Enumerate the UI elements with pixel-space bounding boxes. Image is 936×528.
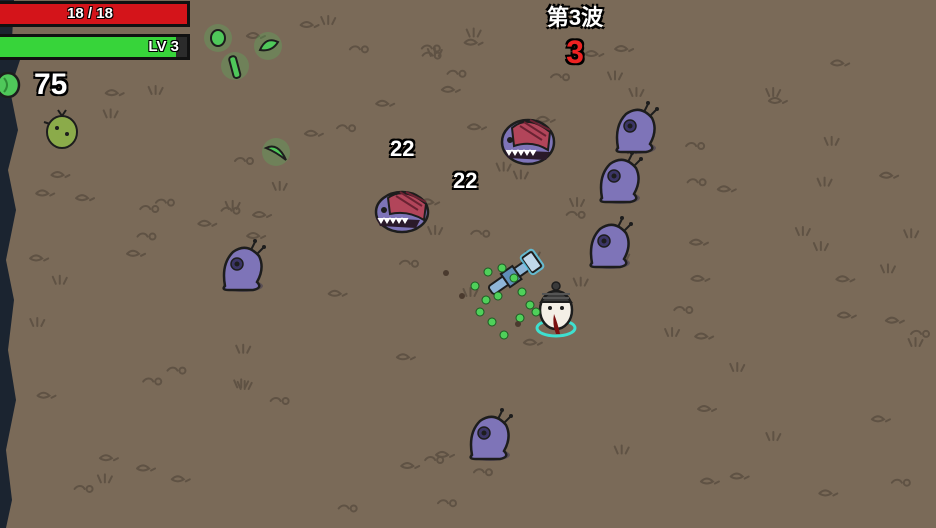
- material-icon: [210, 29, 226, 47]
- debris: [443, 270, 449, 276]
- game-arena: [0, 0, 936, 528]
- particle: [497, 263, 507, 273]
- arena-ground: [0, 0, 936, 528]
- particle: [483, 267, 493, 277]
- particle: [515, 313, 525, 323]
- level-text: LV 3: [148, 38, 179, 55]
- particle: [481, 295, 491, 305]
- particle: [487, 317, 497, 327]
- health-text: 18 / 18: [67, 5, 113, 22]
- particle: [499, 330, 509, 340]
- particle: [525, 300, 535, 310]
- particle: [531, 307, 541, 317]
- particle: [475, 307, 485, 317]
- particle: [493, 291, 503, 301]
- particle: [517, 287, 527, 297]
- charger-enemy: [374, 190, 430, 234]
- debris: [515, 321, 521, 327]
- experience-bar: LV 3: [0, 34, 190, 60]
- particle: [470, 281, 480, 291]
- materials-icon: [0, 72, 21, 98]
- materials-count: 75: [34, 68, 68, 101]
- wave-timer: 3: [566, 34, 584, 70]
- charger-enemy: [500, 118, 556, 166]
- wave-label: 第3波: [546, 5, 604, 30]
- damage-number: 22: [453, 168, 478, 193]
- damage-number: 22: [390, 136, 415, 161]
- health-bar: 18 / 18: [0, 1, 190, 27]
- particle: [509, 273, 519, 283]
- debris: [459, 293, 465, 299]
